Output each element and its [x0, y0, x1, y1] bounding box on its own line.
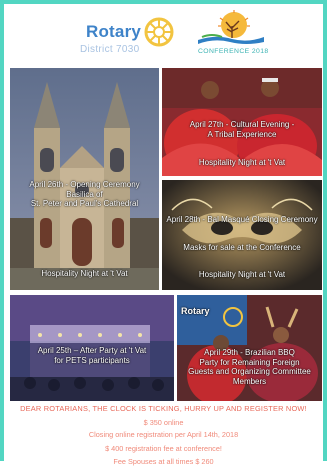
- sun-tree-logo-icon: [198, 10, 264, 44]
- online-price: $ 350 online: [143, 418, 184, 427]
- closing-registration-note: Closing online registration per April 14…: [88, 430, 239, 439]
- tile-april-27: April 27th - Cultural Evening - A Tribal…: [162, 68, 322, 176]
- april-29-caption: April 29th - Brazilian BBQ Party for Rem…: [177, 348, 322, 386]
- april-27-line1: April 27th - Cultural Evening -: [189, 120, 295, 129]
- tile-april-29: Rotary April 29th - Brazilian BBQ Party …: [177, 295, 322, 401]
- april-26-line1: April 26th - Opening Ceremony: [29, 180, 140, 189]
- tile-april-26: April 26th - Opening Ceremony Basilica o…: [10, 68, 159, 290]
- april-25-caption: April 25th – After Party at 't Vat for P…: [10, 346, 174, 365]
- april-27-line2: A Tribal Experience: [207, 129, 277, 139]
- tile-april-25: April 25th – After Party at 't Vat for P…: [10, 295, 174, 401]
- april-25-line2: for PETS participants: [54, 355, 130, 365]
- april-29-line2: Party for Remaining Foreign: [199, 357, 300, 367]
- rotary-banner-text: Rotary: [181, 306, 210, 316]
- april-28-line2: Masks for sale at the Conference: [183, 243, 301, 252]
- april-29-line4: Members: [232, 376, 267, 386]
- district-label: District 7030: [80, 44, 140, 55]
- rotary-wheel-icon: [144, 17, 174, 47]
- april-26-line3: St. Peter and Paul's Cathedral: [30, 199, 139, 208]
- april-28-line1: April 28th - Bal Masqué Closing Ceremony: [166, 215, 318, 224]
- rotary-brand: Rotary: [86, 22, 142, 41]
- april-27-caption: April 27th - Cultural Evening - A Tribal…: [162, 120, 322, 139]
- april-28-footer: Hospitality Night at 't Vat: [198, 270, 286, 279]
- tile-april-28: April 28th - Bal Masqué Closing Ceremony…: [162, 180, 322, 290]
- register-call-to-action: DEAR ROTARIANS, THE CLOCK IS TICKING, HU…: [20, 404, 307, 413]
- april-26-line2: Basilica of: [66, 189, 103, 199]
- april-26-caption: April 26th - Opening Ceremony Basilica o…: [10, 180, 159, 209]
- april-29-line1: April 29th - Brazilian BBQ: [204, 348, 295, 357]
- april-25-line1: April 25th – After Party at 't Vat: [37, 346, 147, 355]
- cathedral-photo: [10, 68, 159, 290]
- april-26-footer: Hospitality Night at 't Vat: [41, 269, 128, 278]
- conference-label: CONFERENCE 2018: [198, 48, 269, 55]
- april-29-line3: Guests and Organizing Committee: [188, 367, 311, 376]
- april-27-footer: Hospitality Night at 't Vat: [198, 158, 286, 167]
- conference-price: $ 400 registration fee at conference!: [105, 444, 222, 453]
- header: Rotary District 7030 CONFERENCE 2018: [0, 0, 327, 64]
- spouse-fee: Fee Spouses at all times $ 260: [113, 457, 214, 466]
